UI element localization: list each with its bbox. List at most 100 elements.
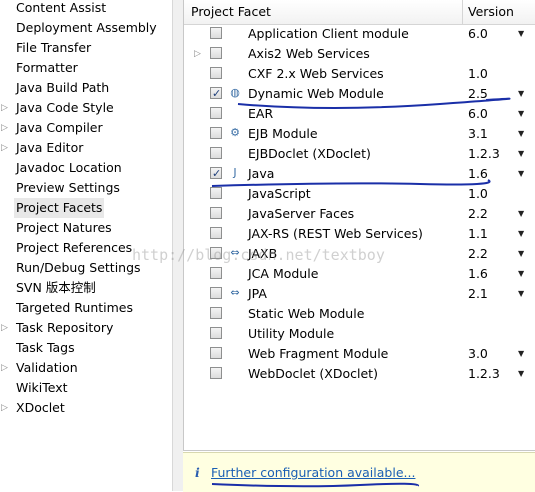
facet-row[interactable]: JAX-RS (REST Web Services) 1.1 ▼ <box>184 224 535 244</box>
expand-arrow-icon[interactable]: ▷ <box>1 318 8 338</box>
table-header: Project Facet Version <box>184 0 535 25</box>
nav-item-label: Content Assist <box>16 0 107 15</box>
column-separator[interactable] <box>462 0 463 24</box>
facet-icon: ⇔ <box>230 246 240 259</box>
version-dropdown-icon[interactable]: ▼ <box>518 344 524 364</box>
facet-row[interactable]: ▷ Axis2 Web Services <box>184 44 535 64</box>
facet-row[interactable]: ◍ Dynamic Web Module 2.5 ▼ <box>184 84 535 104</box>
facet-checkbox[interactable] <box>210 187 222 199</box>
facets-table: Project Facet Version Application Client… <box>183 0 535 451</box>
column-header-version[interactable]: Version <box>468 4 514 19</box>
facet-version[interactable]: 2.5 <box>468 84 488 104</box>
facet-checkbox[interactable] <box>210 227 222 239</box>
facet-row[interactable]: Utility Module <box>184 324 535 344</box>
facet-row[interactable]: ⇔ JPA 2.1 ▼ <box>184 284 535 304</box>
facet-row[interactable]: CXF 2.x Web Services 1.0 <box>184 64 535 84</box>
facet-version[interactable]: 1.0 <box>468 184 488 204</box>
nav-item-label: Java Build Path <box>16 80 110 95</box>
facet-checkbox[interactable] <box>210 347 222 359</box>
facet-version[interactable]: 2.2 <box>468 244 488 264</box>
facet-row[interactable]: ⇔ JAXB 2.2 ▼ <box>184 244 535 264</box>
facet-name: JPA <box>248 286 267 301</box>
sash[interactable] <box>172 0 183 491</box>
version-dropdown-icon[interactable]: ▼ <box>518 224 524 244</box>
facet-name: Utility Module <box>248 326 335 341</box>
version-dropdown-icon[interactable]: ▼ <box>518 24 524 44</box>
nav-item-label: SVN 版本控制 <box>16 280 96 295</box>
facet-version[interactable]: 1.0 <box>468 64 488 84</box>
facet-name: Axis2 Web Services <box>248 46 370 61</box>
facet-checkbox[interactable] <box>210 164 222 184</box>
facet-row[interactable]: JavaServer Faces 2.2 ▼ <box>184 204 535 224</box>
facet-checkbox[interactable] <box>210 67 222 79</box>
version-dropdown-icon[interactable]: ▼ <box>518 364 524 384</box>
column-header-facet[interactable]: Project Facet <box>191 4 271 19</box>
nav-item-label: Java Code Style <box>16 100 114 115</box>
facet-checkbox[interactable] <box>210 147 222 159</box>
facet-checkbox[interactable] <box>210 107 222 119</box>
facet-name: Static Web Module <box>248 306 365 321</box>
version-dropdown-icon[interactable]: ▼ <box>518 264 524 284</box>
facet-version[interactable]: 1.6 <box>468 164 488 184</box>
expand-arrow-icon[interactable]: ▷ <box>1 138 8 158</box>
facet-name: JAX-RS (REST Web Services) <box>248 226 423 241</box>
facet-checkbox[interactable] <box>210 307 222 319</box>
facet-checkbox[interactable] <box>210 84 222 104</box>
facet-version[interactable]: 6.0 <box>468 24 488 44</box>
facet-checkbox[interactable] <box>210 27 222 39</box>
facet-row[interactable]: EAR 6.0 ▼ <box>184 104 535 124</box>
facet-row[interactable]: JavaScript 1.0 <box>184 184 535 204</box>
expand-arrow-icon[interactable]: ▷ <box>1 98 8 118</box>
facet-row[interactable]: WebDoclet (XDoclet) 1.2.3 ▼ <box>184 364 535 384</box>
facet-name: Dynamic Web Module <box>248 86 384 101</box>
facet-icon: J <box>233 166 237 179</box>
facet-name: WebDoclet (XDoclet) <box>248 366 378 381</box>
facet-checkbox[interactable] <box>210 267 222 279</box>
expand-arrow-icon[interactable]: ▷ <box>1 118 8 138</box>
version-dropdown-icon[interactable]: ▼ <box>518 244 524 264</box>
facet-name: EJBDoclet (XDoclet) <box>248 146 371 161</box>
facet-name: EAR <box>248 106 274 121</box>
facet-version[interactable]: 2.1 <box>468 284 488 304</box>
facet-row[interactable]: J Java 1.6 ▼ <box>184 164 535 184</box>
facet-row[interactable]: JCA Module 1.6 ▼ <box>184 264 535 284</box>
nav-item-label: Project Natures <box>16 220 112 235</box>
facet-checkbox[interactable] <box>210 47 222 59</box>
facet-row[interactable]: ⚙ EJB Module 3.1 ▼ <box>184 124 535 144</box>
facet-icon: ⇔ <box>230 286 240 299</box>
facet-version[interactable]: 1.2.3 <box>468 364 500 384</box>
version-dropdown-icon[interactable]: ▼ <box>518 144 524 164</box>
facet-checkbox[interactable] <box>210 287 222 299</box>
facet-row[interactable]: Web Fragment Module 3.0 ▼ <box>184 344 535 364</box>
facet-row[interactable]: Static Web Module <box>184 304 535 324</box>
version-dropdown-icon[interactable]: ▼ <box>518 284 524 304</box>
facet-checkbox[interactable] <box>210 327 222 339</box>
facet-version[interactable]: 2.2 <box>468 204 488 224</box>
facet-version[interactable]: 1.2.3 <box>468 144 500 164</box>
version-dropdown-icon[interactable]: ▼ <box>518 84 524 104</box>
facet-checkbox[interactable] <box>210 127 222 139</box>
facet-version[interactable]: 6.0 <box>468 104 488 124</box>
facet-checkbox[interactable] <box>210 207 222 219</box>
facet-row[interactable]: EJBDoclet (XDoclet) 1.2.3 ▼ <box>184 144 535 164</box>
nav-item-label: Preview Settings <box>16 180 120 195</box>
facet-version[interactable]: 1.6 <box>468 264 488 284</box>
expand-arrow-icon[interactable]: ▷ <box>194 44 201 64</box>
facet-row[interactable]: Application Client module 6.0 ▼ <box>184 24 535 44</box>
version-dropdown-icon[interactable]: ▼ <box>518 164 524 184</box>
facet-name: JavaScript <box>248 186 311 201</box>
facet-checkbox[interactable] <box>210 247 222 259</box>
expand-arrow-icon[interactable]: ▷ <box>1 358 8 378</box>
version-dropdown-icon[interactable]: ▼ <box>518 204 524 224</box>
further-configuration-link[interactable]: Further configuration available... <box>211 465 415 480</box>
facet-version[interactable]: 3.1 <box>468 124 488 144</box>
nav-item-label: Project References <box>16 240 133 255</box>
facet-checkbox[interactable] <box>210 367 222 379</box>
version-dropdown-icon[interactable]: ▼ <box>518 124 524 144</box>
expand-arrow-icon[interactable]: ▷ <box>1 398 8 418</box>
version-dropdown-icon[interactable]: ▼ <box>518 104 524 124</box>
facet-name: CXF 2.x Web Services <box>248 66 384 81</box>
facet-version[interactable]: 3.0 <box>468 344 488 364</box>
nav-item-label: Java Editor <box>16 140 84 155</box>
facet-version[interactable]: 1.1 <box>468 224 488 244</box>
